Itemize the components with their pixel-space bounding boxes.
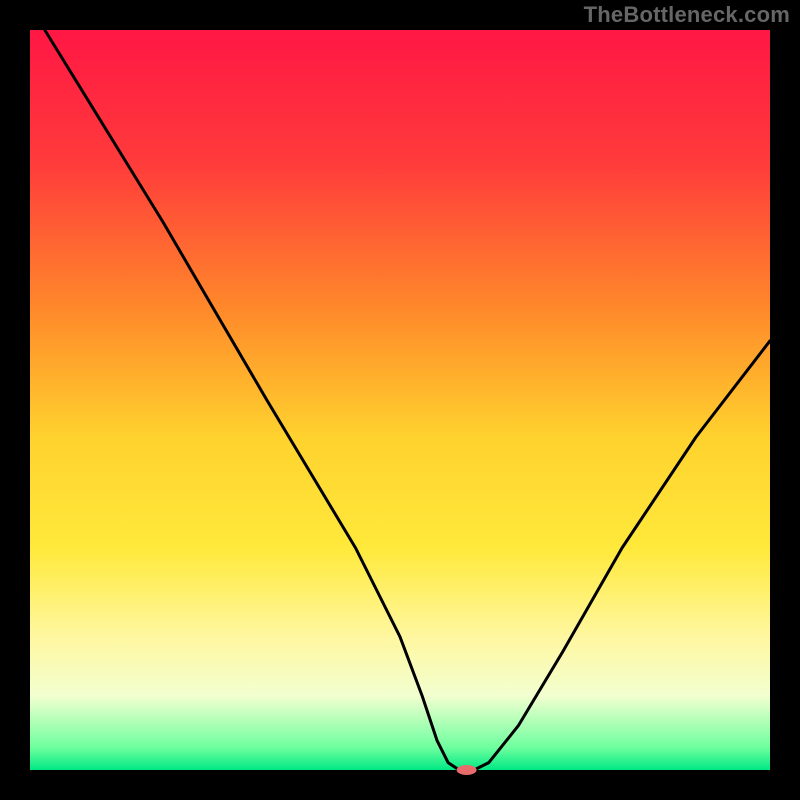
chart-frame: TheBottleneck.com — [0, 0, 800, 800]
plot-background — [30, 30, 770, 770]
attribution-text: TheBottleneck.com — [584, 2, 790, 28]
bottleneck-chart — [0, 0, 800, 800]
optimum-marker — [457, 765, 477, 775]
